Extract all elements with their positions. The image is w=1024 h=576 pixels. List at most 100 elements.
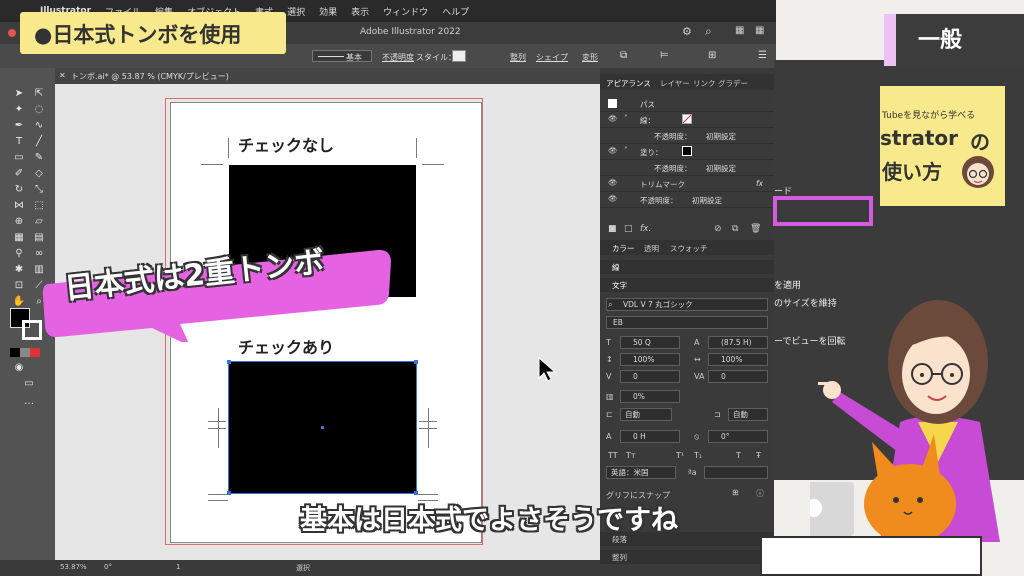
subscript-icon[interactable]: T₁: [694, 451, 702, 460]
draw-mode-icon[interactable]: ◉: [12, 362, 26, 374]
visibility-icon[interactable]: 👁: [608, 194, 618, 203]
line-tool-icon[interactable]: ╱: [32, 136, 46, 148]
rotate-tool-icon[interactable]: ↻: [12, 184, 26, 196]
duplicate-icon[interactable]: ⧉: [732, 224, 738, 234]
grid-icon[interactable]: ▦: [755, 25, 764, 36]
transform-link[interactable]: 変形: [582, 52, 598, 63]
font-family-dropdown[interactable]: VDL V 7 丸ゴシック: [606, 298, 768, 311]
status-mode[interactable]: 選択: [296, 563, 310, 573]
perspective-icon[interactable]: ▱: [32, 216, 46, 228]
brush-tool-icon[interactable]: ✎: [32, 152, 46, 164]
selection-tool-icon[interactable]: ➤: [12, 88, 26, 100]
small-caps-icon[interactable]: Tт: [626, 451, 636, 460]
menu-item[interactable]: ウィンドウ: [383, 5, 428, 18]
appearance-row-label[interactable]: トリムマーク: [640, 179, 685, 190]
info-icon[interactable]: ⓘ: [756, 488, 764, 499]
expand-icon[interactable]: ˅: [624, 146, 628, 155]
artboard-tool-icon[interactable]: ⊡: [12, 280, 26, 292]
add-fill-icon[interactable]: □: [624, 224, 633, 234]
appearance-row-label[interactable]: 線：: [640, 115, 655, 126]
shape-link[interactable]: シェイプ: [536, 52, 568, 63]
menu-item[interactable]: 効果: [319, 5, 337, 18]
more-tools-icon[interactable]: …: [22, 396, 36, 408]
vertical-scale-input[interactable]: 100%: [620, 353, 680, 366]
pen-tool-icon[interactable]: ✒: [12, 120, 26, 132]
tab-stroke[interactable]: 線: [612, 262, 620, 273]
tab-gradient[interactable]: グラデー: [718, 78, 748, 89]
clear-icon[interactable]: ⊘: [714, 224, 722, 234]
all-caps-icon[interactable]: TT: [608, 451, 618, 460]
fx-icon[interactable]: fx: [756, 179, 763, 188]
tab-transparency[interactable]: 透明: [644, 243, 659, 254]
stroke-swatch[interactable]: [22, 320, 42, 340]
align-center-icon[interactable]: ⊞: [708, 50, 716, 61]
add-stroke-icon[interactable]: ■: [608, 224, 617, 234]
trash-icon[interactable]: 🗑: [750, 224, 761, 234]
menu-item[interactable]: 表示: [351, 5, 369, 18]
free-transform-icon[interactable]: ⬚: [32, 200, 46, 212]
rectangle-tool-icon[interactable]: ▭: [12, 152, 26, 164]
rotate-view[interactable]: 0°: [104, 563, 112, 571]
hand-tool-icon[interactable]: ✋: [12, 296, 26, 308]
tab-layers[interactable]: レイヤー: [660, 78, 690, 89]
selection-handle[interactable]: [414, 360, 418, 364]
char-rotation-input[interactable]: 0°: [708, 430, 768, 443]
eyedropper-icon[interactable]: ⚲: [12, 248, 26, 260]
zoom-level[interactable]: 53.87%: [60, 563, 87, 571]
shape-builder-icon[interactable]: ⊕: [12, 216, 26, 228]
appearance-row-label[interactable]: 不透明度：: [640, 195, 678, 206]
snap-glyph-icon[interactable]: ⊞: [732, 488, 739, 497]
curvature-icon[interactable]: ∿: [32, 120, 46, 132]
arrange-icon[interactable]: ⧉: [620, 50, 627, 61]
style-swatch[interactable]: [452, 50, 466, 62]
visibility-icon[interactable]: 👁: [608, 146, 618, 155]
leading-input[interactable]: (87.5 H): [708, 336, 768, 349]
close-window-button[interactable]: [8, 29, 16, 37]
symbol-sprayer-icon[interactable]: ✱: [12, 264, 26, 276]
appearance-row-label[interactable]: 不透明度：: [654, 163, 692, 174]
artboard-number[interactable]: 1: [176, 563, 180, 571]
width-tool-icon[interactable]: ⋈: [12, 200, 26, 212]
visibility-icon[interactable]: 👁: [608, 114, 618, 123]
document-tab[interactable]: トンボ.ai* @ 53.87 % (CMYK/プレビュー): [71, 71, 229, 82]
direct-selection-icon[interactable]: ⇱: [32, 88, 46, 100]
aki-after-dropdown[interactable]: 自動: [728, 408, 768, 421]
color-mode-icons[interactable]: [10, 348, 40, 357]
tab-appearance[interactable]: アピアランス: [606, 78, 651, 89]
aki-before-dropdown[interactable]: 自動: [620, 408, 672, 421]
visibility-icon[interactable]: 👁: [608, 178, 618, 187]
opacity-link[interactable]: 不透明度: [382, 52, 414, 63]
close-tab-icon[interactable]: ✕: [59, 71, 66, 80]
type-tool-icon[interactable]: T: [12, 136, 26, 148]
screen-mode-icon[interactable]: ▭: [22, 378, 36, 390]
appearance-row-label[interactable]: 不透明度：: [654, 131, 692, 142]
tab-links[interactable]: リンク: [693, 78, 716, 89]
fill-black-swatch[interactable]: [682, 146, 692, 156]
tab-color[interactable]: カラー: [612, 243, 635, 254]
mesh-tool-icon[interactable]: ▦: [12, 232, 26, 244]
workspace-icon[interactable]: ▦: [735, 25, 744, 36]
appearance-row-label[interactable]: 塗り：: [640, 147, 663, 158]
menu-item[interactable]: ヘルプ: [442, 5, 469, 18]
tracking-input[interactable]: 0: [708, 370, 768, 383]
stroke-none-swatch[interactable]: [682, 114, 692, 124]
antialias-dropdown[interactable]: [704, 466, 768, 479]
add-effect-icon[interactable]: fx.: [640, 224, 651, 234]
selection-handle[interactable]: [227, 491, 231, 495]
superscript-icon[interactable]: T¹: [676, 451, 684, 460]
search-icon[interactable]: ⌕: [705, 24, 712, 39]
selection-handle[interactable]: [227, 360, 231, 364]
strikethrough-icon[interactable]: Ŧ: [756, 451, 761, 460]
lasso-icon[interactable]: ◌: [32, 104, 46, 116]
language-dropdown[interactable]: 英語：米国: [606, 466, 676, 479]
shaper-tool-icon[interactable]: ✐: [12, 168, 26, 180]
font-weight-dropdown[interactable]: EB: [606, 316, 768, 329]
align-link[interactable]: 整列: [510, 52, 526, 63]
magic-wand-icon[interactable]: ✦: [12, 104, 26, 116]
tsume-input[interactable]: 0%: [620, 390, 680, 403]
font-size-input[interactable]: 50 Q: [620, 336, 680, 349]
tab-align[interactable]: 整列: [612, 552, 627, 563]
kerning-input[interactable]: 0: [620, 370, 680, 383]
selection-handle[interactable]: [414, 491, 418, 495]
eraser-tool-icon[interactable]: ◇: [32, 168, 46, 180]
